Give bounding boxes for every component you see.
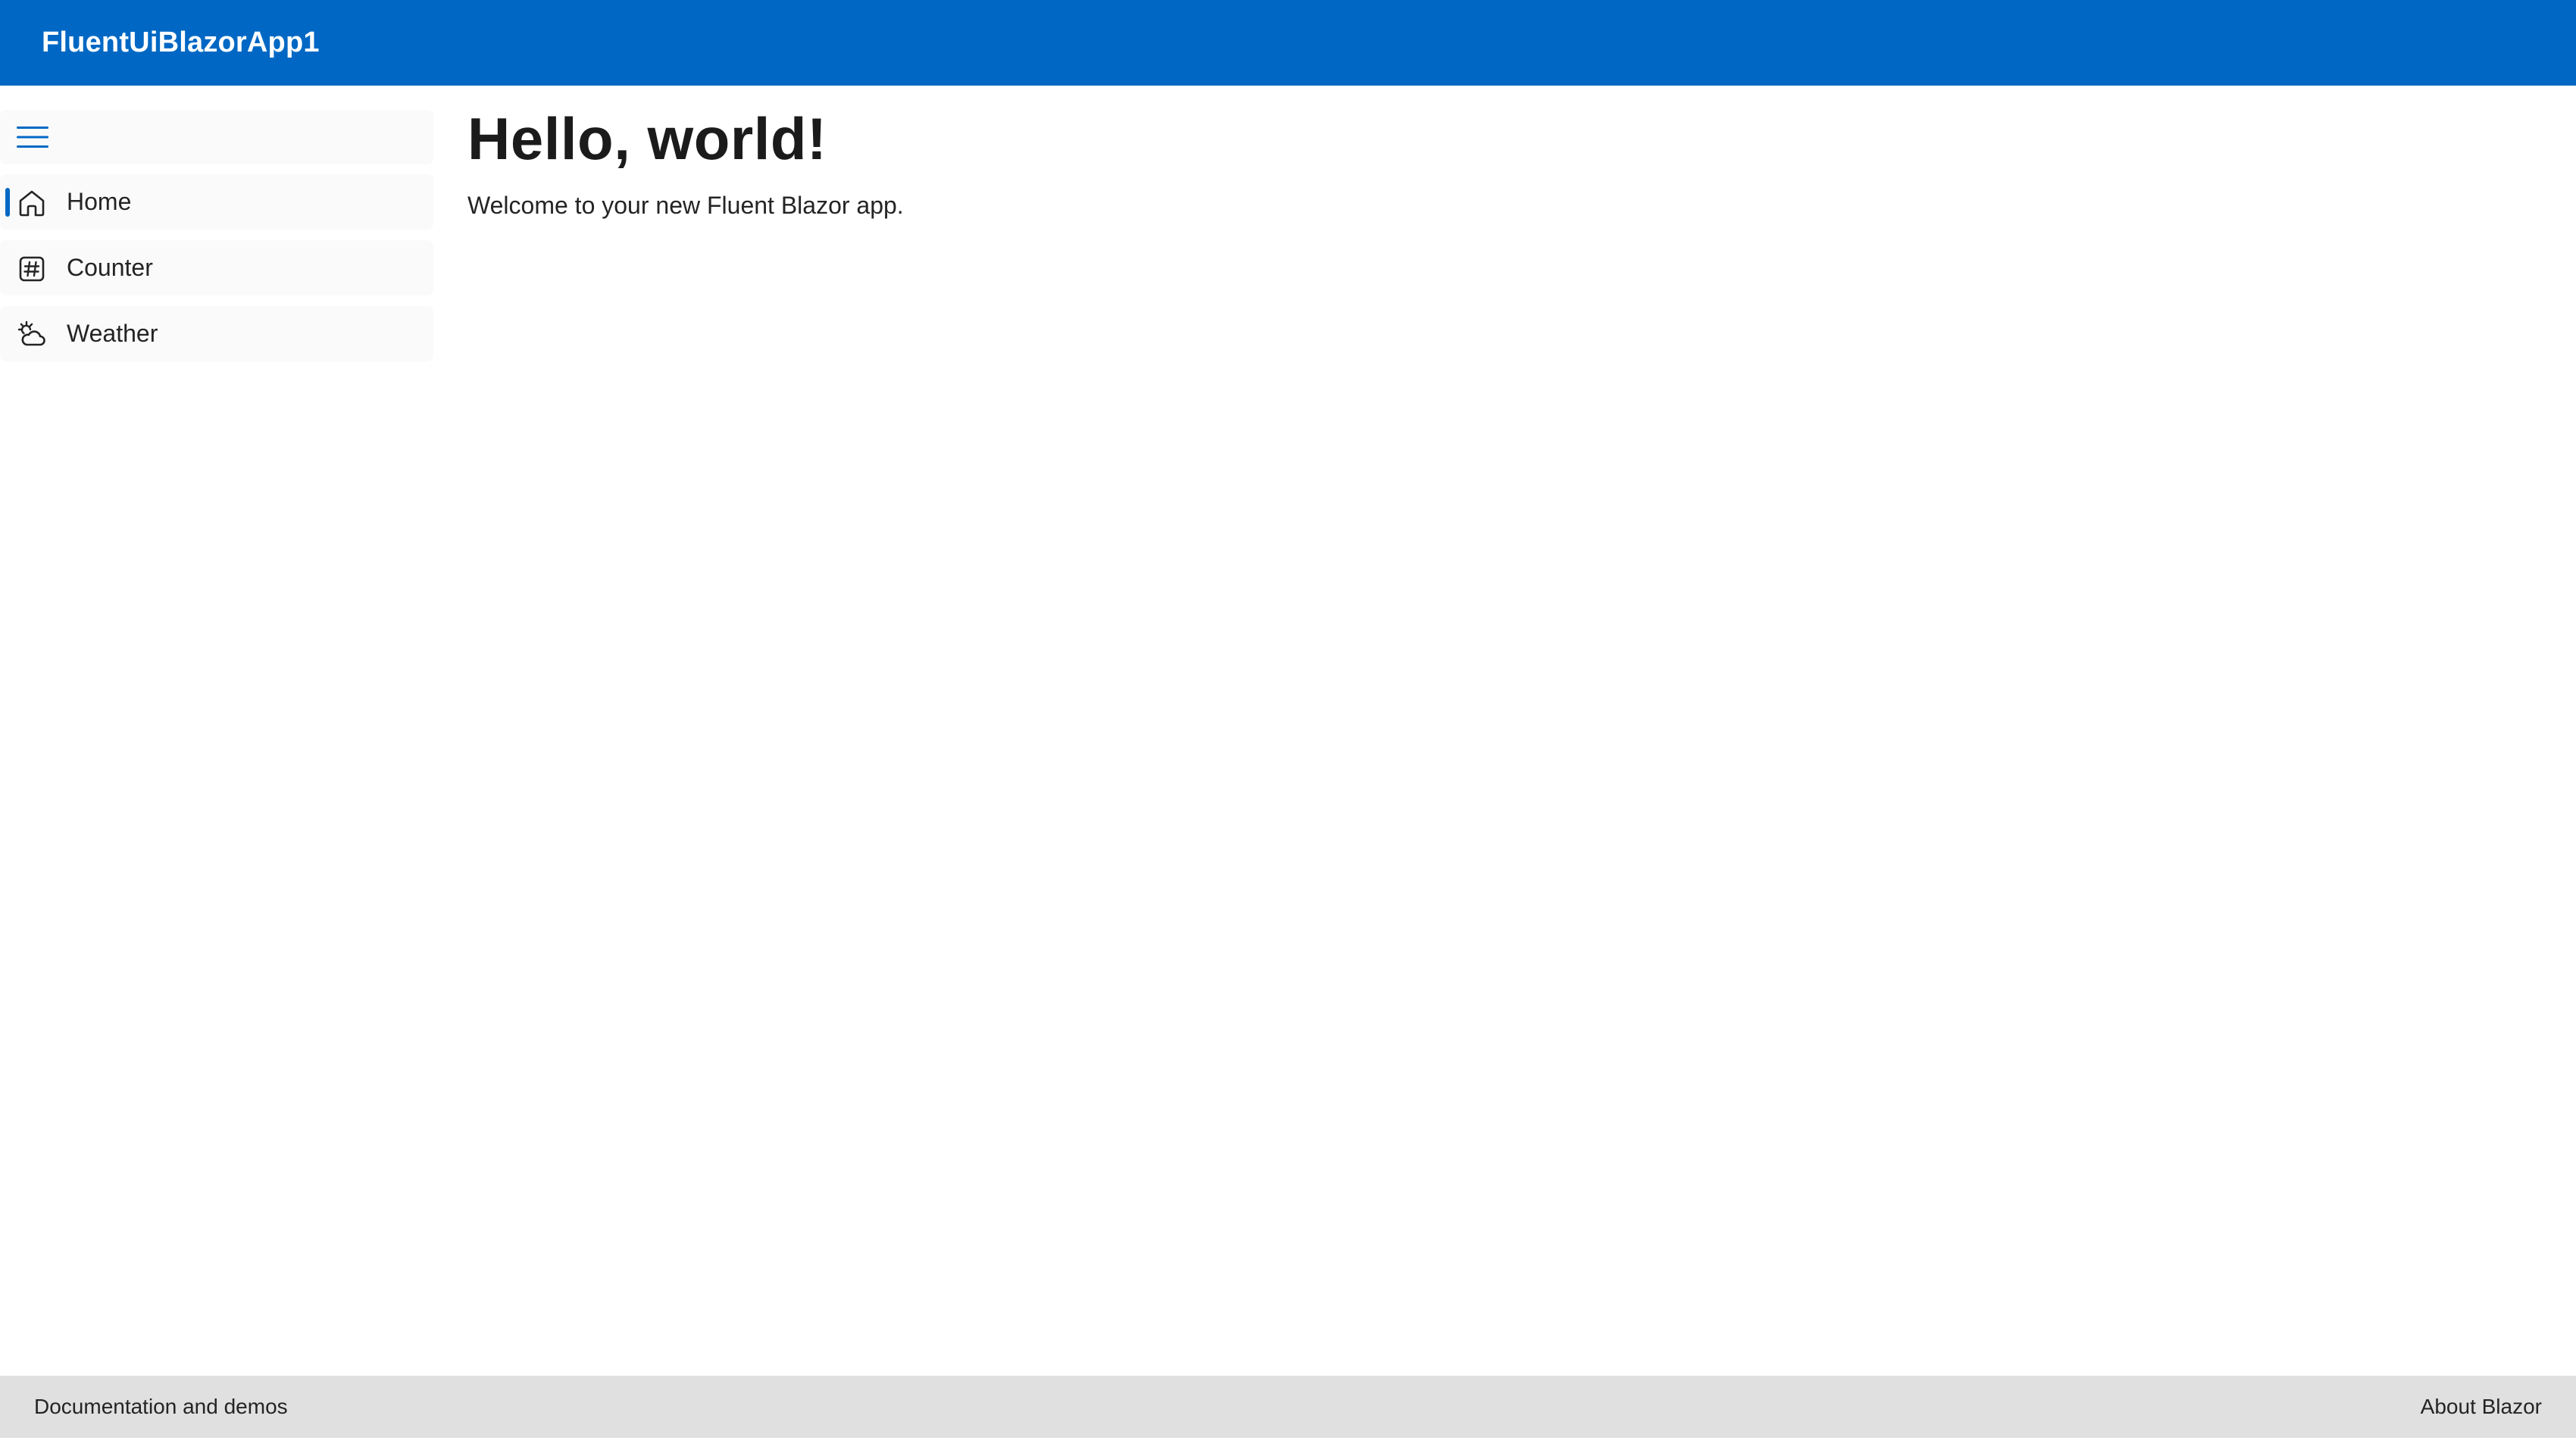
- sidebar-item-counter[interactable]: Counter: [0, 240, 433, 295]
- hamburger-menu-icon: [17, 127, 48, 148]
- sidebar-item-label: Home: [67, 188, 132, 215]
- app-header: FluentUiBlazorApp1: [0, 0, 2576, 86]
- sidebar-item-home[interactable]: Home: [0, 174, 433, 230]
- home-icon: [19, 190, 45, 217]
- active-indicator: [5, 188, 10, 217]
- welcome-text: Welcome to your new Fluent Blazor app.: [467, 192, 904, 219]
- number-symbol-icon: [19, 256, 45, 282]
- nav-menu-toggle-button[interactable]: [0, 110, 433, 164]
- page-title: Hello, world!: [467, 105, 827, 172]
- weather-partly-cloudy-icon: [17, 320, 45, 346]
- sidebar-item-label: Weather: [67, 320, 158, 347]
- sidebar-nav: Home Counter Weather: [0, 110, 433, 372]
- main-content: Hello, world! Welcome to your new Fluent…: [467, 102, 904, 220]
- nav-list: Home Counter Weather: [0, 174, 433, 361]
- documentation-link[interactable]: Documentation and demos: [34, 1395, 288, 1419]
- about-blazor-link[interactable]: About Blazor: [2421, 1395, 2542, 1419]
- app-title[interactable]: FluentUiBlazorApp1: [42, 27, 320, 59]
- app-window: FluentUiBlazorApp1 Home Counter Weather …: [0, 0, 2576, 1450]
- sidebar-item-label: Counter: [67, 254, 153, 281]
- app-footer: Documentation and demos About Blazor: [0, 1376, 2576, 1438]
- sidebar-item-weather[interactable]: Weather: [0, 306, 433, 361]
